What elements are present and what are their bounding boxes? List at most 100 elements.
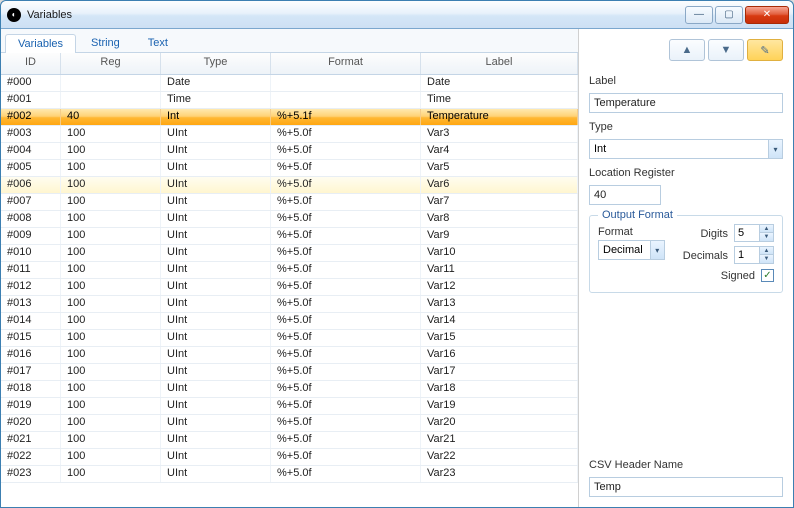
table-row[interactable]: #000DateDate: [1, 75, 578, 92]
table-row[interactable]: #005100UInt%+5.0fVar5: [1, 160, 578, 177]
cell-type: UInt: [161, 381, 271, 397]
cell-fmt: %+5.0f: [271, 398, 421, 414]
chevron-down-icon: ▾: [650, 241, 664, 259]
window: ◐ Variables — ▢ ✕ VariablesStringText ID…: [0, 0, 794, 508]
cell-lbl: Var9: [421, 228, 578, 244]
table-row[interactable]: #013100UInt%+5.0fVar13: [1, 296, 578, 313]
cell-id: #008: [1, 211, 61, 227]
cell-type: UInt: [161, 330, 271, 346]
spin-down-icon[interactable]: ▼: [760, 255, 773, 263]
cell-lbl: Var10: [421, 245, 578, 261]
digits-spinner[interactable]: ▲▼: [734, 224, 774, 242]
table-row[interactable]: #001 Time Time: [1, 92, 578, 109]
cell-id: #009: [1, 228, 61, 244]
spin-up-icon[interactable]: ▲: [760, 247, 773, 255]
table-row[interactable]: #015100UInt%+5.0fVar15: [1, 330, 578, 347]
cell-fmt: %+5.0f: [271, 466, 421, 482]
cell-lbl: Var18: [421, 381, 578, 397]
location-register-input[interactable]: [589, 185, 661, 205]
col-type[interactable]: Type: [161, 53, 271, 74]
type-select[interactable]: Int ▾: [589, 139, 783, 159]
grid-body[interactable]: #000DateDate#001 Time Time#00240Int%+5.1fT…: [1, 75, 578, 507]
table-row[interactable]: #017100UInt%+5.0fVar17: [1, 364, 578, 381]
tab-variables[interactable]: Variables: [5, 34, 76, 53]
cell-type: UInt: [161, 177, 271, 193]
grid-header: ID Reg Type Format Label: [1, 53, 578, 75]
type-caption: Type: [589, 121, 783, 133]
table-row[interactable]: #006100UInt%+5.0fVar6: [1, 177, 578, 194]
col-reg[interactable]: Reg: [61, 53, 161, 74]
tab-string[interactable]: String: [78, 33, 133, 52]
toolbar: ▲ ▼ ✎: [589, 39, 783, 61]
table-row[interactable]: #019100UInt%+5.0fVar19: [1, 398, 578, 415]
edit-button[interactable]: ✎: [747, 39, 783, 61]
table-row[interactable]: #018100UInt%+5.0fVar18: [1, 381, 578, 398]
cell-id: #001: [1, 92, 61, 108]
cell-type: Time: [161, 92, 271, 108]
cell-lbl: Var17: [421, 364, 578, 380]
app-icon: ◐: [7, 8, 21, 22]
content: VariablesStringText ID Reg Type Format L…: [1, 29, 793, 507]
table-row[interactable]: #00240Int%+5.1fTemperature: [1, 109, 578, 126]
maximize-button[interactable]: ▢: [715, 6, 743, 24]
cell-type: UInt: [161, 313, 271, 329]
table-row[interactable]: #007100UInt%+5.0fVar7: [1, 194, 578, 211]
format-select[interactable]: Decimal ▾: [598, 240, 665, 260]
col-id[interactable]: ID: [1, 53, 61, 74]
cell-id: #003: [1, 126, 61, 142]
spin-down-icon[interactable]: ▼: [760, 233, 773, 241]
decimals-spinner[interactable]: ▲▼: [734, 246, 774, 264]
cell-reg: [61, 92, 161, 108]
cell-lbl: Var6: [421, 177, 578, 193]
signed-checkbox[interactable]: ✓: [761, 269, 774, 282]
csv-header-input[interactable]: [589, 477, 783, 497]
table-row[interactable]: #020100UInt%+5.0fVar20: [1, 415, 578, 432]
tab-text[interactable]: Text: [135, 33, 181, 52]
label-caption: Label: [589, 75, 783, 87]
cell-id: #017: [1, 364, 61, 380]
cell-id: #007: [1, 194, 61, 210]
table-row[interactable]: #016100UInt%+5.0fVar16: [1, 347, 578, 364]
decimals-input[interactable]: [735, 248, 759, 262]
format-value: Decimal: [603, 244, 643, 256]
cell-id: #021: [1, 432, 61, 448]
cell-fmt: %+5.0f: [271, 279, 421, 295]
table-row[interactable]: #023100UInt%+5.0fVar23: [1, 466, 578, 483]
label-input[interactable]: [589, 93, 783, 113]
cell-id: #005: [1, 160, 61, 176]
move-down-button[interactable]: ▼: [708, 39, 744, 61]
col-format[interactable]: Format: [271, 53, 421, 74]
cell-reg: 100: [61, 466, 161, 482]
cell-type: UInt: [161, 466, 271, 482]
table-row[interactable]: #014100UInt%+5.0fVar14: [1, 313, 578, 330]
cell-lbl: Var3: [421, 126, 578, 142]
digits-caption: Digits: [700, 228, 728, 240]
close-button[interactable]: ✕: [745, 6, 789, 24]
table-row[interactable]: #021100UInt%+5.0fVar21: [1, 432, 578, 449]
cell-type: UInt: [161, 194, 271, 210]
cell-reg: 100: [61, 194, 161, 210]
cell-fmt: %+5.0f: [271, 313, 421, 329]
cell-reg: 100: [61, 415, 161, 431]
cell-lbl: Time: [421, 92, 578, 108]
minimize-button[interactable]: —: [685, 6, 713, 24]
table-row[interactable]: #008100UInt%+5.0fVar8: [1, 211, 578, 228]
table-row[interactable]: #009100UInt%+5.0fVar9: [1, 228, 578, 245]
cell-reg: [61, 75, 161, 91]
move-up-button[interactable]: ▲: [669, 39, 705, 61]
table-row[interactable]: #022100UInt%+5.0fVar22: [1, 449, 578, 466]
table-row[interactable]: #004100UInt%+5.0fVar4: [1, 143, 578, 160]
table-row[interactable]: #011100UInt%+5.0fVar11: [1, 262, 578, 279]
cell-id: #023: [1, 466, 61, 482]
table-row[interactable]: #003100UInt%+5.0fVar3: [1, 126, 578, 143]
cell-fmt: %+5.1f: [271, 109, 421, 125]
col-label[interactable]: Label: [421, 53, 578, 74]
spin-up-icon[interactable]: ▲: [760, 225, 773, 233]
table-row[interactable]: #010100UInt%+5.0fVar10: [1, 245, 578, 262]
cell-id: #010: [1, 245, 61, 261]
cell-reg: 100: [61, 177, 161, 193]
cell-fmt: %+5.0f: [271, 211, 421, 227]
table-row[interactable]: #012100UInt%+5.0fVar12: [1, 279, 578, 296]
digits-input[interactable]: [735, 226, 759, 240]
titlebar[interactable]: ◐ Variables — ▢ ✕: [1, 1, 793, 29]
